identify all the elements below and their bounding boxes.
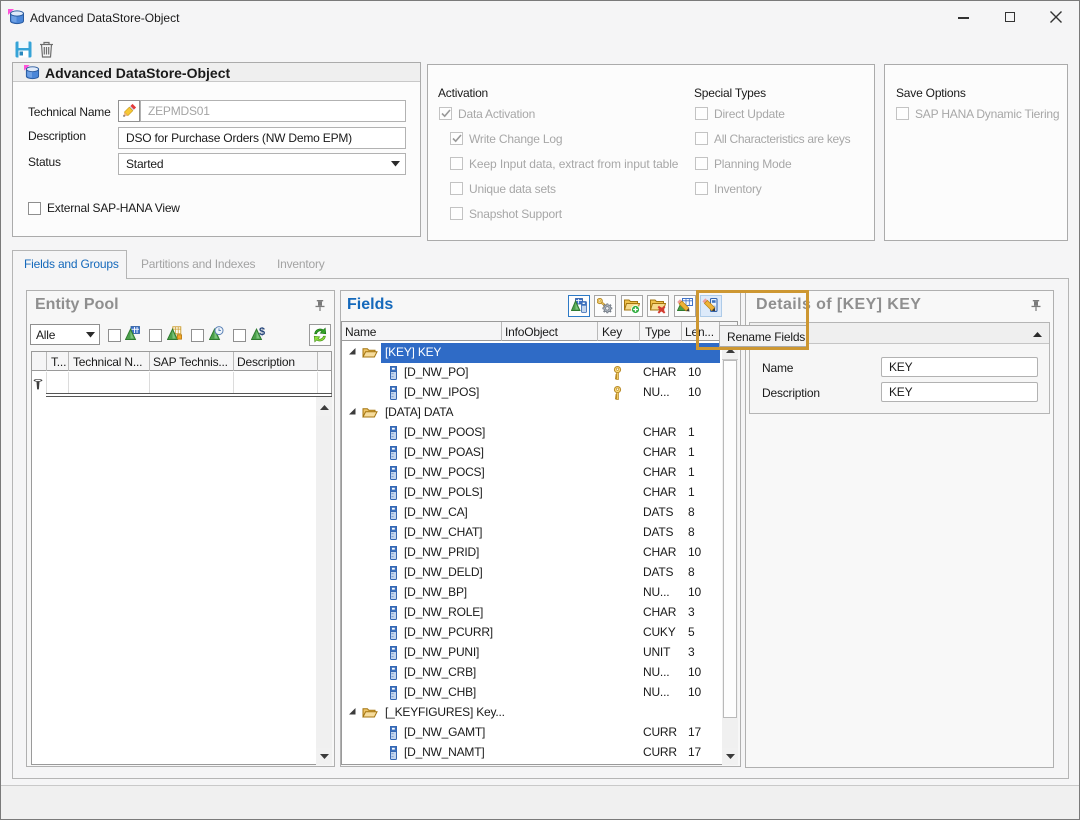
svg-text:$: $ (259, 326, 265, 338)
